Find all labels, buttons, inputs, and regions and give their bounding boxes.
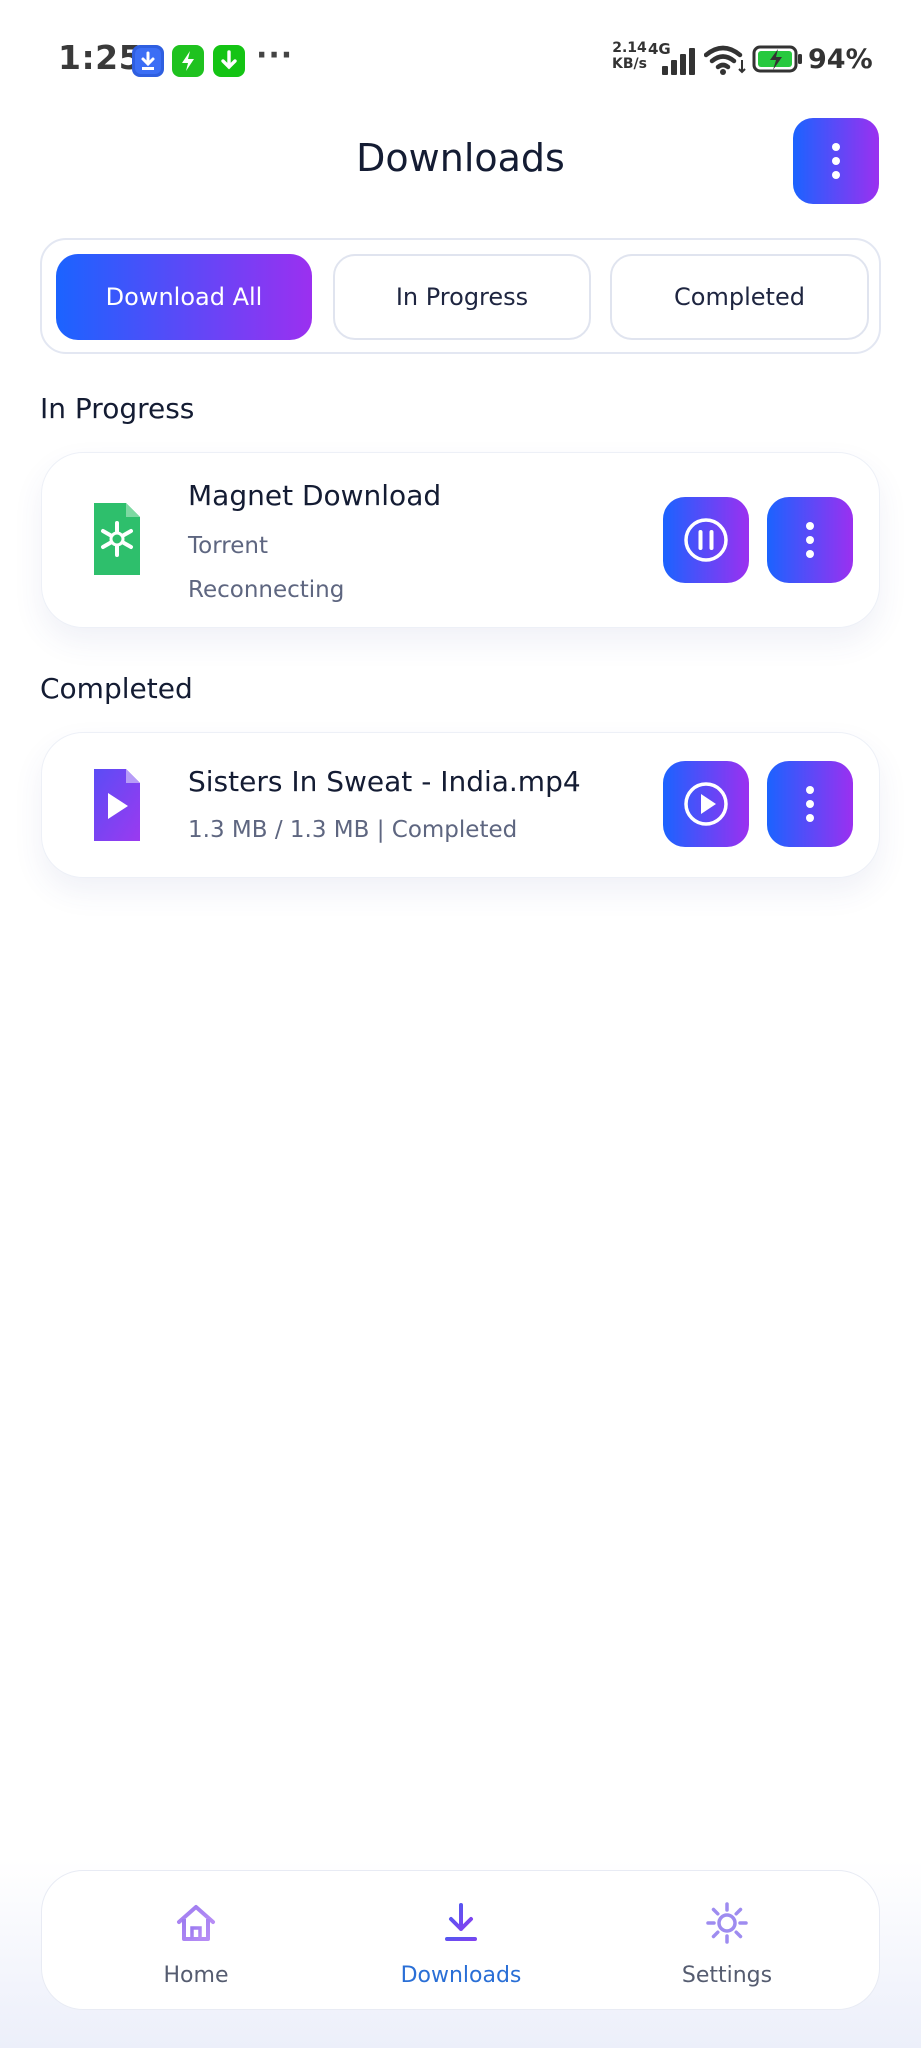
download-notification-icon xyxy=(213,45,245,77)
download-title: Magnet Download xyxy=(188,479,442,512)
more-vertical-icon xyxy=(806,522,814,558)
tab-download-all[interactable]: Download All xyxy=(56,254,312,340)
home-icon xyxy=(177,1905,215,1941)
in-progress-section-title: In Progress xyxy=(40,392,195,425)
video-file-icon xyxy=(94,769,140,841)
filter-tab-bar: Download All In Progress Completed xyxy=(40,238,881,354)
more-vertical-icon xyxy=(806,786,814,822)
pause-icon xyxy=(684,518,728,562)
signal-icon xyxy=(662,48,695,75)
download-more-button[interactable] xyxy=(767,497,853,583)
page-title: Downloads xyxy=(356,136,565,180)
nav-settings[interactable]: Settings xyxy=(617,1871,837,2011)
more-notifications-icon: ··· xyxy=(256,38,294,73)
downloader-app-notification-icon xyxy=(132,45,164,77)
download-details: 1.3 MB / 1.3 MB | Completed xyxy=(188,817,518,843)
tab-in-progress[interactable]: In Progress xyxy=(333,254,591,340)
bottom-navigation: Home Downloads Settings xyxy=(41,1870,880,2010)
header-more-button[interactable] xyxy=(793,118,879,204)
completed-section-title: Completed xyxy=(40,672,193,705)
charging-app-notification-icon xyxy=(172,45,204,77)
torrent-file-icon xyxy=(94,503,140,575)
status-time: 1:25 xyxy=(58,38,143,77)
more-vertical-icon xyxy=(832,143,840,179)
play-button[interactable] xyxy=(663,761,749,847)
download-more-button[interactable] xyxy=(767,761,853,847)
download-type: Torrent xyxy=(188,533,268,559)
download-item-video[interactable]: Sisters In Sweat - India.mp4 1.3 MB / 1.… xyxy=(41,732,880,878)
nav-downloads-label: Downloads xyxy=(400,1963,522,1988)
download-icon xyxy=(445,1903,477,1941)
network-speed-unit: KB/s xyxy=(612,56,647,72)
settings-icon xyxy=(706,1902,748,1944)
nav-home-label: Home xyxy=(163,1963,229,1988)
play-icon xyxy=(684,782,728,826)
download-item-magnet[interactable]: Magnet Download Torrent Reconnecting xyxy=(41,452,880,628)
nav-downloads[interactable]: Downloads xyxy=(351,1871,571,2011)
network-speed-value: 2.14 xyxy=(612,40,647,56)
nav-settings-label: Settings xyxy=(681,1963,773,1988)
network-speed: 2.14 KB/s xyxy=(612,40,647,72)
nav-home[interactable]: Home xyxy=(86,1871,306,2011)
pause-button[interactable] xyxy=(663,497,749,583)
status-bar: 1:25 ··· 2.14 KB/s 4G 94% xyxy=(0,0,921,120)
tab-completed[interactable]: Completed xyxy=(610,254,869,340)
download-title: Sisters In Sweat - India.mp4 xyxy=(188,765,581,798)
download-status: Reconnecting xyxy=(188,577,345,603)
wifi-icon xyxy=(704,45,746,75)
battery-percentage: 94% xyxy=(808,44,873,75)
battery-charging-icon xyxy=(752,45,802,73)
